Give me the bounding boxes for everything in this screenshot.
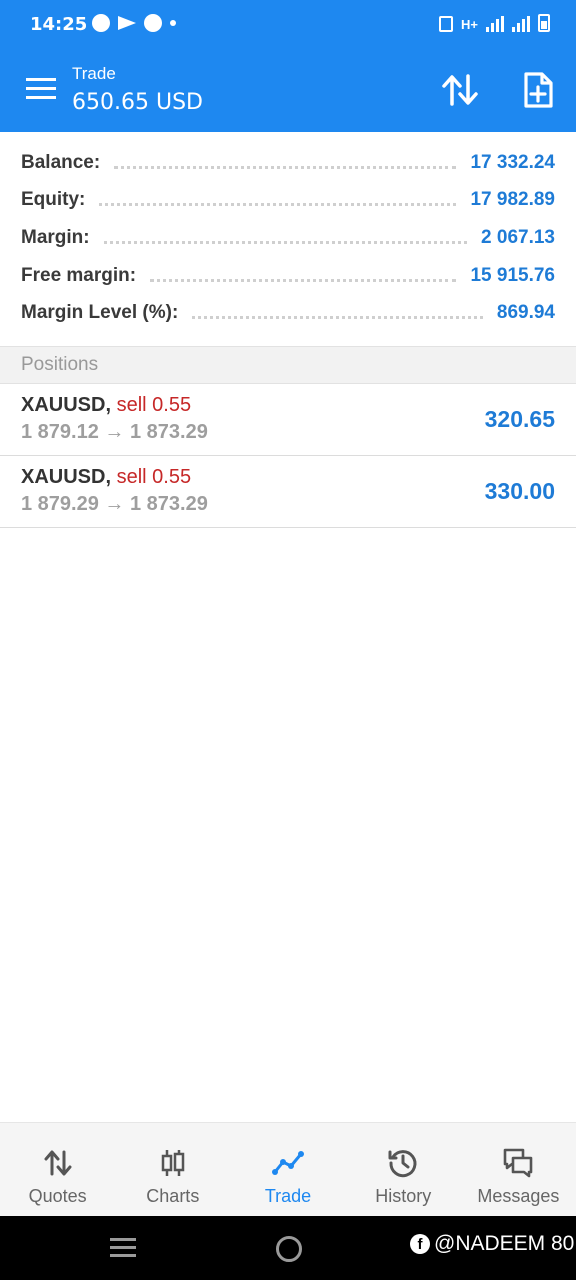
- network-type: H+: [461, 17, 478, 32]
- candlestick-icon: [161, 1150, 185, 1176]
- quotes-arrows-icon: [44, 1150, 72, 1176]
- signal-2-icon: [512, 16, 530, 32]
- position-row[interactable]: XAUUSD, sell 0.55 1 879.12 → 1 873.29 32…: [0, 384, 576, 456]
- summary-value: 17 332.24: [470, 151, 555, 173]
- position-title: XAUUSD, sell 0.55: [21, 466, 191, 489]
- dotted-leader: [103, 232, 468, 244]
- summary-label: Balance:: [21, 151, 101, 173]
- status-bar: 14:25 H+: [0, 0, 576, 48]
- page-title: Trade: [72, 64, 116, 83]
- summary-value: 15 915.76: [470, 264, 555, 286]
- nav-label: Charts: [146, 1186, 200, 1206]
- messenger-icon: [92, 14, 110, 32]
- summary-row-margin-level: Margin Level (%): 869.94: [0, 294, 576, 332]
- position-title: XAUUSD, sell 0.55: [21, 394, 191, 417]
- position-side: sell 0.55: [116, 466, 192, 488]
- position-profit: 320.65: [484, 406, 555, 432]
- summary-row-equity: Equity: 17 982.89: [0, 182, 576, 220]
- nav-label: Quotes: [28, 1186, 87, 1206]
- position-side: sell 0.55: [116, 394, 192, 416]
- nav-label: History: [375, 1186, 432, 1206]
- menu-button[interactable]: [26, 78, 56, 100]
- nav-label: Messages: [477, 1186, 560, 1206]
- nav-messages[interactable]: Messages: [461, 1123, 576, 1216]
- recent-apps-button[interactable]: [110, 1238, 136, 1258]
- summary-row-balance: Balance: 17 332.24: [0, 144, 576, 182]
- positions-header: Positions: [0, 346, 576, 384]
- dotted-leader: [99, 194, 457, 207]
- facebook-icon: f: [410, 1234, 430, 1254]
- messages-icon: [504, 1148, 533, 1178]
- vibrate-icon: [439, 16, 454, 32]
- summary-label: Margin:: [21, 226, 90, 248]
- position-profit: 330.00: [484, 478, 555, 504]
- more-notifications-icon: [170, 20, 176, 26]
- summary-row-margin: Margin: 2 067.13: [0, 219, 576, 257]
- battery-icon: [538, 14, 550, 32]
- position-row[interactable]: XAUUSD, sell 0.55 1 879.29 → 1 873.29 33…: [0, 456, 576, 528]
- nav-history[interactable]: History: [346, 1123, 461, 1216]
- nav-label: Trade: [264, 1186, 312, 1206]
- status-time: 14:25: [30, 14, 88, 35]
- position-prices: 1 879.12 → 1 873.29: [21, 421, 208, 443]
- position-symbol: XAUUSD,: [21, 394, 112, 416]
- position-symbol: XAUUSD,: [21, 466, 112, 488]
- summary-row-free-margin: Free margin: 15 915.76: [0, 257, 576, 295]
- navigation-icon: [144, 14, 162, 32]
- dotted-leader: [150, 270, 457, 282]
- position-prices: 1 879.29 → 1 873.29: [21, 493, 208, 515]
- system-status-icons: H+: [439, 14, 550, 32]
- summary-label: Margin Level (%):: [21, 302, 179, 324]
- sort-button[interactable]: [440, 70, 480, 110]
- trade-trend-icon: [272, 1151, 304, 1175]
- history-clock-icon: [388, 1150, 417, 1178]
- nav-trade[interactable]: Trade: [230, 1123, 345, 1216]
- watermark: f @NADEEM 80: [410, 1232, 574, 1256]
- notification-icons: [92, 14, 176, 32]
- new-order-button[interactable]: [518, 70, 558, 110]
- telegram-icon: [118, 16, 136, 30]
- home-button[interactable]: [276, 1236, 302, 1262]
- app-bar: Trade 650.65 USD: [0, 48, 576, 132]
- account-summary: Balance: 17 332.24 Equity: 17 982.89 Mar…: [0, 144, 576, 332]
- summary-label: Equity:: [21, 189, 86, 211]
- summary-label: Free margin:: [21, 264, 137, 286]
- summary-value: 869.94: [496, 302, 555, 324]
- system-navigation-bar: f @NADEEM 80: [0, 1216, 576, 1280]
- nav-quotes[interactable]: Quotes: [0, 1123, 115, 1216]
- positions-list: XAUUSD, sell 0.55 1 879.12 → 1 873.29 32…: [0, 384, 576, 528]
- bottom-navigation: Quotes Charts Trade History Messages: [0, 1122, 576, 1216]
- summary-value: 2 067.13: [481, 226, 555, 248]
- watermark-text: @NADEEM 80: [434, 1232, 575, 1255]
- dotted-leader: [192, 307, 483, 320]
- sort-arrows-icon: [442, 74, 478, 106]
- account-balance: 650.65 USD: [72, 90, 203, 115]
- summary-value: 17 982.89: [470, 189, 555, 211]
- nav-charts[interactable]: Charts: [115, 1123, 230, 1216]
- new-document-icon: [524, 72, 553, 108]
- signal-icon: [486, 16, 504, 32]
- dotted-leader: [114, 157, 457, 169]
